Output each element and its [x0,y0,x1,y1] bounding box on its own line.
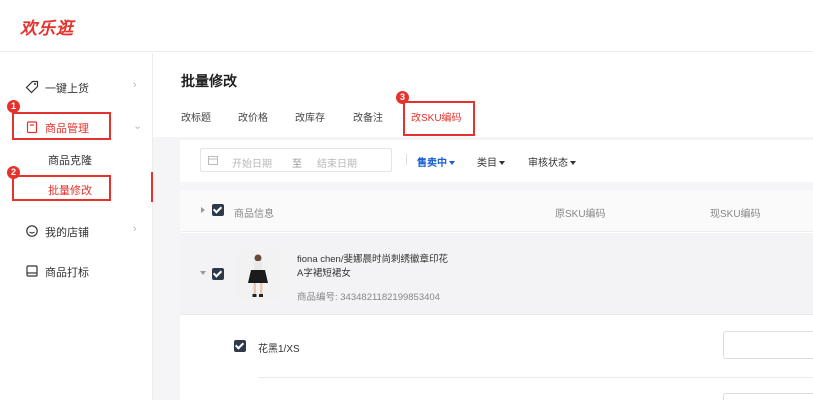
table-row: fiona chen/斐娜晨时尚刺绣徽章印花 A字裙短裙女 商品编号: 3434… [180,233,813,315]
sidebar-item-product-tagging[interactable]: 商品打标 [0,259,153,283]
tab-edit-remark[interactable]: 改备注 [353,109,383,124]
top-bar: 欢乐逛 [0,0,813,52]
tab-edit-title[interactable]: 改标题 [181,109,211,124]
annotation-box [12,112,111,140]
divider [406,154,407,165]
annotation-badge: 1 [7,100,20,113]
date-range-separator: 至 [292,159,302,170]
sidebar-item-label: 一键上货 [45,83,89,95]
product-name-line: A字裙短裙女 [297,268,351,279]
product-table: 商品信息 原SKU编码 现SKU编码 fiona chen/斐娜晨时尚刺绣徽章印… [180,190,813,400]
product-code: 商品编号: 3434821182199853404 [297,292,440,303]
row-checkbox[interactable] [212,268,224,280]
tab-edit-price[interactable]: 改价格 [238,109,268,124]
sku-row: 花黑1/XS [180,316,813,378]
sidebar: 一键上货 › 商品管理 ⌄ 商品克隆 批量修改 我的店铺 › 商品打标 [0,53,153,400]
annotation-box [403,101,475,136]
select-all-checkbox[interactable] [212,204,224,216]
sku-name: 花黑1/XS [258,344,300,355]
sidebar-subitem-label: 商品克隆 [48,155,92,167]
page-header: 批量修改 改标题 改价格 改库存 改备注 改SKU编码 [153,53,813,137]
table-header: 商品信息 原SKU编码 现SKU编码 [180,190,813,232]
sidebar-item-one-click-upload[interactable]: 一键上货 › [0,75,153,99]
status-dropdown[interactable]: 售卖中 [417,154,455,169]
calendar-icon [208,156,218,165]
review-status-dropdown-label: 审核状态 [528,158,568,169]
category-dropdown-label: 类目 [477,158,497,169]
filter-bar: 开始日期 至 结束日期 售卖中 类目 审核状态 [180,140,813,182]
product-thumbnail[interactable] [235,250,281,300]
column-header: 原SKU编码 [555,209,606,220]
category-dropdown[interactable]: 类目 [477,154,505,169]
sidebar-subitem-product-clone[interactable]: 商品克隆 [0,149,153,169]
expand-all-icon[interactable] [201,207,205,213]
start-date-input[interactable]: 开始日期 [232,155,272,170]
sidebar-item-label: 商品打标 [45,267,89,279]
label-icon [26,265,38,277]
sidebar-item-my-store[interactable]: 我的店铺 › [0,219,153,243]
divider [258,377,813,378]
annotation-badge: 3 [396,91,409,104]
product-name[interactable]: fiona chen/斐娜晨时尚刺绣徽章印花 A字裙短裙女 [297,253,497,281]
review-status-dropdown[interactable]: 审核状态 [528,154,576,169]
column-header: 现SKU编码 [710,209,761,220]
store-icon [26,225,38,237]
sku-checkbox[interactable] [234,340,246,352]
chevron-right-icon: › [133,223,137,235]
annotation-box [12,175,111,201]
annotation-badge: 2 [7,166,20,179]
collapse-icon[interactable] [200,271,206,275]
logo[interactable]: 欢乐逛 [20,14,74,39]
page-title: 批量修改 [181,73,237,89]
caret-down-icon [449,161,455,165]
column-header: 商品信息 [234,209,274,220]
chevron-down-icon: ⌄ [133,120,143,132]
new-sku-code-input[interactable] [723,393,813,400]
caret-down-icon [499,161,505,165]
end-date-input[interactable]: 结束日期 [317,155,357,170]
new-sku-code-input[interactable] [723,331,813,359]
status-dropdown-label: 售卖中 [417,158,447,169]
caret-down-icon [570,161,576,165]
chevron-right-icon: › [133,79,137,91]
product-name-line: fiona chen/斐娜晨时尚刺绣徽章印花 [297,254,448,265]
sidebar-item-label: 我的店铺 [45,227,89,239]
tag-icon [25,80,39,94]
date-range-picker[interactable]: 开始日期 至 结束日期 [200,148,392,172]
tab-edit-stock[interactable]: 改库存 [295,109,325,124]
